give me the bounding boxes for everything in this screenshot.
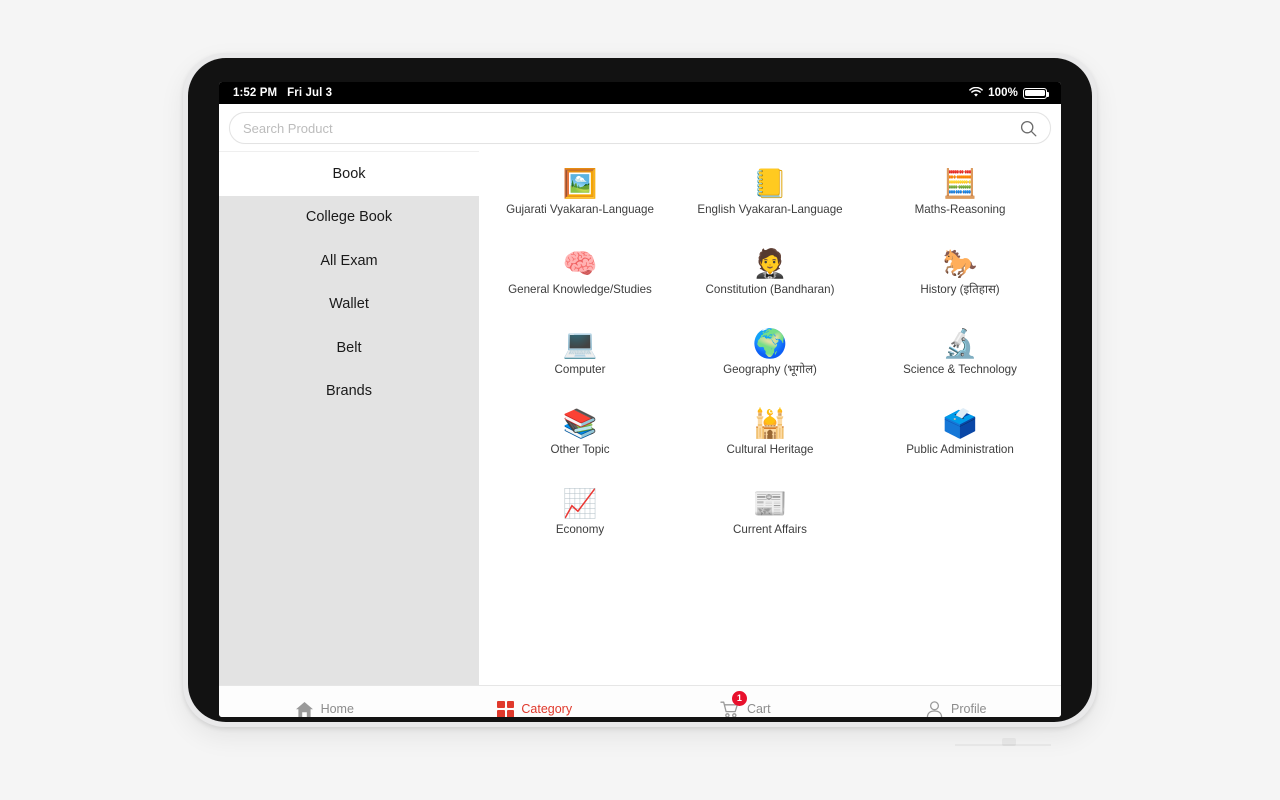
nav-item-cart[interactable]: 1 Cart xyxy=(640,686,851,717)
category-item-label: English Vyakaran-Language xyxy=(697,203,843,216)
category-item-constitution-bandharan[interactable]: 🤵 Constitution (Bandharan) xyxy=(675,245,865,315)
category-item-label: Current Affairs xyxy=(733,523,807,536)
category-item-label: Gujarati Vyakaran-Language xyxy=(506,203,654,216)
sidebar-item-label: Book xyxy=(332,165,366,182)
home-icon xyxy=(295,700,314,718)
category-item-history[interactable]: 🐎 History (इतिहास) xyxy=(865,245,1055,315)
sidebar-item-brands[interactable]: Brands xyxy=(219,370,479,414)
category-item-label: Science & Technology xyxy=(903,363,1017,376)
category-item-label: Cultural Heritage xyxy=(726,443,814,456)
sidebar-item-label: College Book xyxy=(305,209,393,226)
category-item-cultural-heritage[interactable]: 🕌 Cultural Heritage xyxy=(675,405,865,475)
device-shadow-artifact-2 xyxy=(1002,738,1016,746)
status-date: Fri Jul 3 xyxy=(287,87,333,99)
category-item-label: Other Topic xyxy=(550,443,610,456)
nav-item-label: Profile xyxy=(951,702,987,716)
monument-icon: 🕌 xyxy=(752,408,788,439)
category-item-economy[interactable]: 📈 Economy xyxy=(485,485,675,555)
category-item-label: General Knowledge/Studies xyxy=(508,283,652,296)
brain-gear-icon: 🧠 xyxy=(562,248,598,279)
nav-item-profile[interactable]: Profile xyxy=(851,686,1062,717)
horse-rider-icon: 🐎 xyxy=(942,248,978,279)
category-grid-icon xyxy=(497,700,515,717)
books-graduation-icon: 📚 xyxy=(562,408,598,439)
category-item-other-topic[interactable]: 📚 Other Topic xyxy=(485,405,675,475)
category-item-label: Economy xyxy=(555,523,605,536)
calculator-icon: 🧮 xyxy=(942,168,978,199)
category-grid: 🖼️ Gujarati Vyakaran-Language 📒 English … xyxy=(485,165,1055,555)
sidebar-item-book[interactable]: Book xyxy=(219,152,479,196)
speaker-person-icon: 🤵 xyxy=(752,248,788,279)
sidebar-item-label: All Exam xyxy=(320,252,378,269)
sidebar-item-label: Brands xyxy=(326,383,372,400)
category-item-gujarati-vyakaran-language[interactable]: 🖼️ Gujarati Vyakaran-Language xyxy=(485,165,675,235)
nav-item-label: Category xyxy=(521,702,573,716)
tablet-screen: 1:52 PM Fri Jul 3 100% Search Product Bo… xyxy=(219,82,1061,717)
battery-full-icon xyxy=(1023,87,1050,99)
sidebar-item-all-exam[interactable]: All Exam xyxy=(219,239,479,283)
category-item-label: Constitution (Bandharan) xyxy=(705,283,835,296)
category-item-general-knowledge-studies[interactable]: 🧠 General Knowledge/Studies xyxy=(485,245,675,315)
cart-badge: 1 xyxy=(731,690,747,706)
globe-student-icon: 🌍 xyxy=(752,328,788,359)
painting-person-icon: 🖼️ xyxy=(562,168,598,199)
sidebar-item-label: Belt xyxy=(336,339,362,356)
sidebar-item-college-book[interactable]: College Book xyxy=(219,196,479,240)
category-item-label: Geography (भूगोल) xyxy=(723,363,817,376)
battery-percent-label: 100% xyxy=(988,87,1018,99)
bottom-navigation: Home Category 1 Cart Profile xyxy=(219,685,1061,717)
sidebar-item-wallet[interactable]: Wallet xyxy=(219,283,479,327)
category-item-label: Computer xyxy=(554,363,606,376)
profile-icon xyxy=(925,700,944,717)
category-grid-panel: 🖼️ Gujarati Vyakaran-Language 📒 English … xyxy=(479,151,1061,685)
category-item-geography[interactable]: 🌍 Geography (भूगोल) xyxy=(675,325,865,395)
scientist-icon: 🔬 xyxy=(942,328,978,359)
nav-item-label: Home xyxy=(320,702,354,716)
nav-item-category[interactable]: Category xyxy=(430,686,641,717)
category-item-maths-reasoning[interactable]: 🧮 Maths-Reasoning xyxy=(865,165,1055,235)
sidebar-item-label: Wallet xyxy=(329,296,369,313)
search-icon[interactable] xyxy=(1020,120,1037,137)
main-content: Book College Book All Exam Wallet Belt B… xyxy=(219,151,1061,685)
ballot-box-icon: 🗳️ xyxy=(942,408,978,439)
breaking-news-icon: 📰 xyxy=(752,488,788,519)
nav-item-home[interactable]: Home xyxy=(219,686,430,717)
category-item-public-administration[interactable]: 🗳️ Public Administration xyxy=(865,405,1055,475)
category-item-computer[interactable]: 💻 Computer xyxy=(485,325,675,395)
category-item-english-vyakaran-language[interactable]: 📒 English Vyakaran-Language xyxy=(675,165,865,235)
search-input[interactable] xyxy=(243,120,1020,136)
category-item-label: Public Administration xyxy=(906,443,1014,456)
sidebar-item-belt[interactable]: Belt xyxy=(219,326,479,370)
status-bar: 1:52 PM Fri Jul 3 100% xyxy=(219,82,1061,104)
cart-icon: 1 xyxy=(720,690,747,717)
money-chart-icon: 📈 xyxy=(562,488,598,519)
nav-item-label: Cart xyxy=(746,702,771,716)
category-item-science-technology[interactable]: 🔬 Science & Technology xyxy=(865,325,1055,395)
category-grid-filler xyxy=(865,485,1055,555)
category-sidebar: Book College Book All Exam Wallet Belt B… xyxy=(219,151,479,685)
wifi-icon xyxy=(969,86,984,100)
open-book-icon: 📒 xyxy=(752,168,788,199)
status-time: 1:52 PM xyxy=(233,87,278,99)
category-item-label: Maths-Reasoning xyxy=(914,203,1006,216)
laptop-desk-icon: 💻 xyxy=(562,328,598,359)
search-bar-container xyxy=(219,104,1061,151)
category-item-current-affairs[interactable]: 📰 Current Affairs xyxy=(675,485,865,555)
search-box[interactable] xyxy=(229,112,1051,144)
category-item-label: History (इतिहास) xyxy=(920,283,1000,296)
